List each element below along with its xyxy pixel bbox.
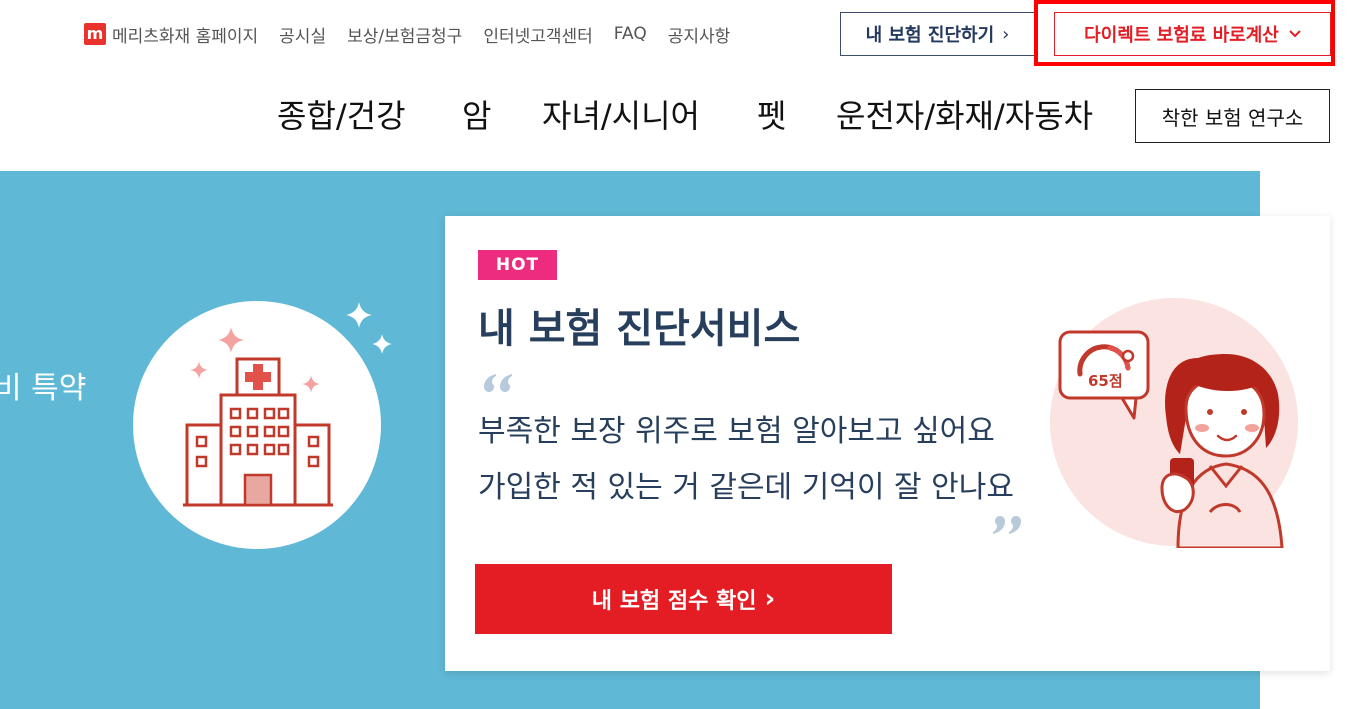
quote-close-icon	[993, 516, 1021, 534]
hospital-icon	[183, 327, 333, 507]
card-title: 내 보험 진단서비스	[478, 306, 801, 352]
util-link-disclosure[interactable]: 공시실	[279, 22, 326, 47]
direct-premium-calc-button[interactable]: 다이렉트 보험료 바로계산	[1054, 12, 1331, 56]
util-link-claims[interactable]: 보상/보험금청구	[347, 22, 462, 47]
quote-open-icon	[484, 374, 512, 392]
utility-nav: m 메리츠화재 홈페이지 공시실 보상/보험금청구 인터넷고객센터 FAQ 공지…	[84, 22, 731, 47]
nav-item-driver-fire-auto[interactable]: 운전자/화재/자동차	[836, 92, 1093, 140]
direct-premium-calc-label: 다이렉트 보험료 바로계산	[1084, 25, 1279, 46]
homepage-label: 메리츠화재 홈페이지	[112, 26, 259, 47]
insurance-diagnosis-label: 내 보험 진단하기	[865, 25, 995, 46]
nav-item-pet[interactable]: 펫	[757, 92, 786, 140]
hot-badge: HOT	[478, 250, 557, 280]
card-line-2: 가입한 적 있는 거 같은데 기억이 잘 안나요	[478, 470, 1014, 505]
score-text: 65점	[1088, 372, 1123, 390]
diagnosis-service-card: HOT 내 보험 진단서비스 부족한 보장 위주로 보험 알아보고 싶어요 가입…	[445, 216, 1330, 671]
card-line-1: 부족한 보장 위주로 보험 알아보고 싶어요	[478, 414, 995, 449]
insurance-diagnosis-button[interactable]: 내 보험 진단하기 ›	[840, 12, 1035, 56]
util-link-faq[interactable]: FAQ	[614, 24, 647, 44]
nav-item-general-health[interactable]: 종합/건강	[277, 92, 406, 140]
homepage-link[interactable]: m 메리츠화재 홈페이지	[84, 22, 258, 47]
check-insurance-score-button[interactable]: 내 보험 점수 확인 ›	[475, 564, 892, 634]
chevron-right-icon: ›	[1002, 23, 1010, 45]
meritz-logo-icon: m	[84, 23, 106, 45]
main-nav: 종합/건강 암 자녀/시니어 펫 운전자/화재/자동차 착한 보험 연구소	[0, 89, 1349, 143]
hospital-illustration	[133, 301, 381, 549]
nav-item-child-senior[interactable]: 자녀/시니어	[542, 92, 700, 140]
woman-with-phone-icon: 65점	[1058, 330, 1284, 548]
chevron-right-icon: ›	[764, 584, 776, 614]
util-link-customer-center[interactable]: 인터넷고객센터	[483, 22, 592, 47]
hero-left-text-fragment: 비 특약	[0, 371, 87, 406]
check-insurance-score-label: 내 보험 점수 확인	[591, 589, 757, 614]
chevron-down-icon	[1289, 30, 1301, 38]
util-link-notice[interactable]: 공지사항	[668, 22, 731, 47]
nav-item-cancer[interactable]: 암	[462, 92, 491, 140]
good-insurance-lab-button[interactable]: 착한 보험 연구소	[1135, 89, 1330, 143]
